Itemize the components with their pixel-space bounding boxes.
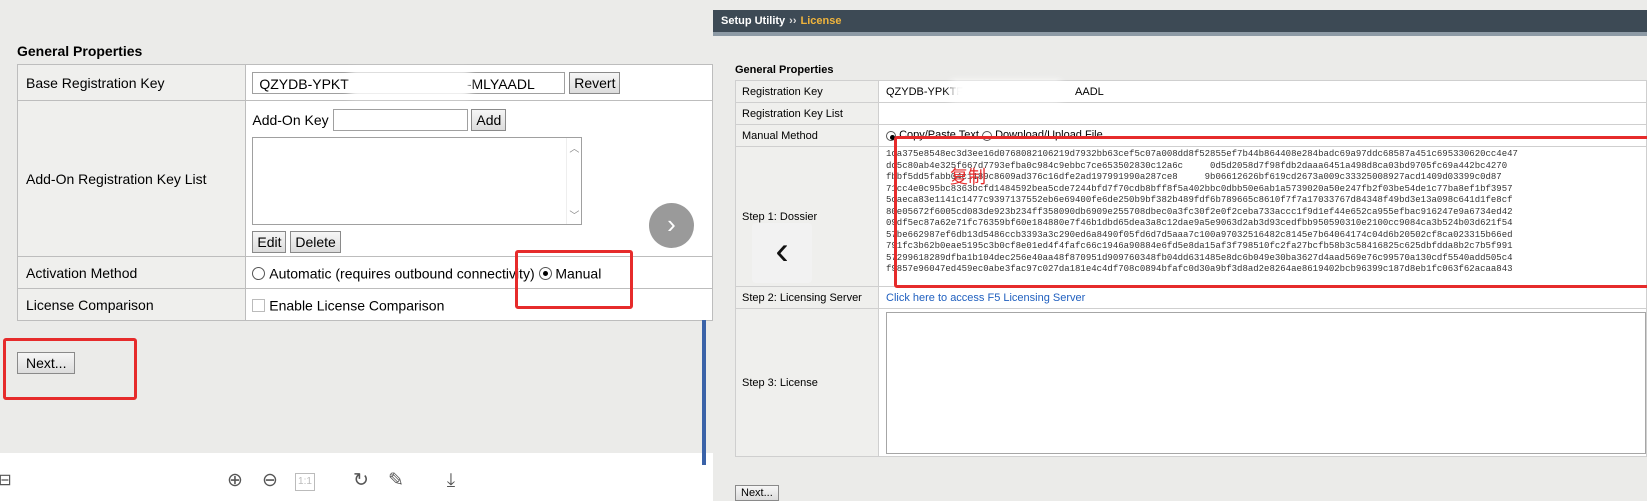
- edit-button[interactable]: Edit: [252, 230, 287, 253]
- base-registration-key-cell: QZYDB-YPKT -MLYAADL Revert: [245, 64, 713, 101]
- rotate-icon[interactable]: ↻: [350, 470, 372, 492]
- add-on-key-list[interactable]: ︿ ﹀: [252, 136, 583, 225]
- breadcrumb-separator: ››: [789, 15, 797, 27]
- activation-method-cell: Automatic (requires outbound connectivit…: [245, 256, 713, 289]
- registration-key-cell: QZYDB-YPKTF AADL: [878, 80, 1647, 103]
- add-on-key-cell: Add-On Key Add ︿ ﹀ Edit Delete: [245, 100, 713, 257]
- previous-page-arrow-icon[interactable]: ‹: [752, 223, 812, 283]
- registration-key-list-label: Registration Key List: [735, 102, 879, 125]
- redaction-blur: [951, 81, 1061, 101]
- enable-license-comparison-label: Enable License Comparison: [269, 297, 445, 314]
- enable-license-comparison-checkbox[interactable]: [252, 298, 266, 312]
- activation-method-label: Activation Method: [16, 256, 247, 289]
- next-page-arrow-icon[interactable]: ›: [649, 203, 694, 248]
- copy-annotation: 复制: [950, 167, 986, 187]
- revert-button[interactable]: Revert: [569, 71, 621, 94]
- zoom-in-icon[interactable]: ⊕: [224, 470, 246, 492]
- add-on-key-label: Add-On Key: [252, 111, 329, 128]
- zoom-out-icon[interactable]: ⊖: [259, 470, 281, 492]
- scroll-up-icon[interactable]: ︿: [567, 140, 581, 155]
- base-key-value-end: -MLYAADL: [466, 75, 535, 92]
- breadcrumb-license: License: [800, 15, 842, 27]
- add-on-registration-key-list-label: Add-On Registration Key List: [16, 100, 247, 257]
- section-title: General Properties: [735, 64, 834, 76]
- automatic-label: Automatic (requires outbound connectivit…: [269, 265, 535, 282]
- breadcrumb-setup-utility[interactable]: Setup Utility: [721, 15, 785, 27]
- left-panel: General Properties Base Registration Key…: [0, 0, 713, 501]
- step-highlight-stripe: [702, 320, 706, 465]
- annotation-box-manual: [515, 250, 633, 309]
- license-comparison-cell: Enable License Comparison: [245, 288, 713, 321]
- step2-cell: Click here to access F5 Licensing Server: [878, 286, 1647, 309]
- actual-size-icon[interactable]: 1:1: [295, 473, 315, 491]
- step2-licensing-server-label: Step 2: Licensing Server: [735, 286, 879, 309]
- license-textarea[interactable]: [886, 311, 1646, 454]
- base-registration-key-label: Base Registration Key: [16, 64, 247, 101]
- delete-button[interactable]: Delete: [290, 230, 341, 253]
- layout-icon[interactable]: ⊟: [0, 470, 16, 492]
- download-icon[interactable]: ⤓: [440, 470, 462, 492]
- next-button[interactable]: Next...: [735, 485, 779, 501]
- step3-cell: [878, 308, 1647, 457]
- add-button[interactable]: Add: [471, 108, 507, 131]
- redaction-blur: [350, 71, 471, 97]
- licensing-server-link[interactable]: Click here to access F5 Licensing Server: [886, 292, 1085, 304]
- annotation-box-dossier: [894, 136, 1647, 288]
- section-title: General Properties: [17, 43, 143, 59]
- registration-key-list-cell: [878, 102, 1647, 125]
- header-subbar: [713, 32, 1647, 36]
- base-key-value-start: QZYDB-YPKT: [259, 75, 349, 92]
- manual-method-label: Manual Method: [735, 124, 879, 147]
- step3-license-label: Step 3: License: [735, 308, 879, 457]
- list-scrollbar[interactable]: ︿ ﹀: [566, 137, 581, 224]
- license-comparison-label: License Comparison: [16, 288, 247, 321]
- annotation-box-next: [3, 338, 137, 400]
- edit-pencil-icon[interactable]: ✎: [385, 470, 407, 492]
- registration-key-value-end: AADL: [1075, 85, 1104, 98]
- registration-key-label: Registration Key: [735, 80, 879, 103]
- add-on-key-input[interactable]: [332, 108, 468, 131]
- automatic-radio[interactable]: [252, 266, 266, 280]
- setup-utility-header: Setup Utility ›› License: [713, 10, 1647, 32]
- scroll-down-icon[interactable]: ﹀: [567, 207, 581, 222]
